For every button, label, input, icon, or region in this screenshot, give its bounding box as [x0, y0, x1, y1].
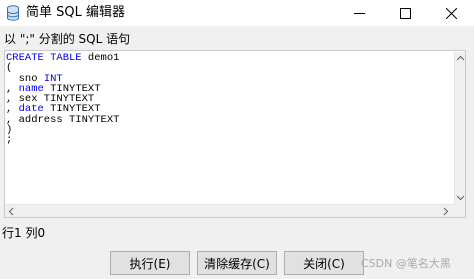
window-title: 简单 SQL 编辑器	[26, 5, 125, 20]
minimize-icon	[353, 12, 365, 14]
scroll-left-arrow-icon[interactable]	[8, 207, 14, 216]
instruction-label: 以 ";" 分割的 SQL 语句	[4, 32, 131, 46]
close-icon	[445, 7, 457, 19]
cursor-position-status: 行1 列0	[2, 226, 46, 240]
sql-keyword: CREATE TABLE	[6, 52, 82, 64]
sql-code[interactable]: CREATE TABLE demo1( sno INT, name TINYTE…	[6, 53, 119, 146]
code-line: CREATE TABLE demo1	[6, 52, 120, 64]
maximize-icon	[399, 7, 411, 19]
sql-text: ;	[6, 134, 13, 147]
clear-cache-button[interactable]: 清除缓存(C)	[197, 251, 277, 275]
code-line: )	[6, 125, 119, 136]
close-window-button[interactable]	[428, 0, 474, 26]
scroll-right-arrow-icon[interactable]	[443, 207, 449, 216]
horizontal-scrollbar[interactable]	[5, 204, 454, 217]
scroll-down-arrow-icon[interactable]	[456, 195, 465, 201]
sql-text: demo1	[81, 52, 120, 64]
maximize-button[interactable]	[382, 0, 428, 26]
sql-editor[interactable]: CREATE TABLE demo1( sno INT, name TINYTE…	[4, 50, 466, 218]
code-line: ;	[6, 134, 119, 147]
code-line: , address TINYTEXT	[6, 113, 120, 126]
database-icon	[7, 5, 19, 21]
execute-button[interactable]: 执行(E)	[110, 251, 190, 275]
scrollbar-corner	[454, 204, 465, 217]
sql-text: , address TINYTEXT	[6, 113, 120, 126]
minimize-button[interactable]	[336, 0, 382, 26]
title-bar: 简单 SQL 编辑器	[0, 0, 474, 26]
close-button[interactable]: 关闭(C)	[284, 251, 364, 275]
watermark: CSDN @笔名大黑	[361, 257, 451, 270]
scroll-up-arrow-icon[interactable]	[456, 55, 465, 61]
vertical-scrollbar[interactable]	[454, 52, 465, 204]
